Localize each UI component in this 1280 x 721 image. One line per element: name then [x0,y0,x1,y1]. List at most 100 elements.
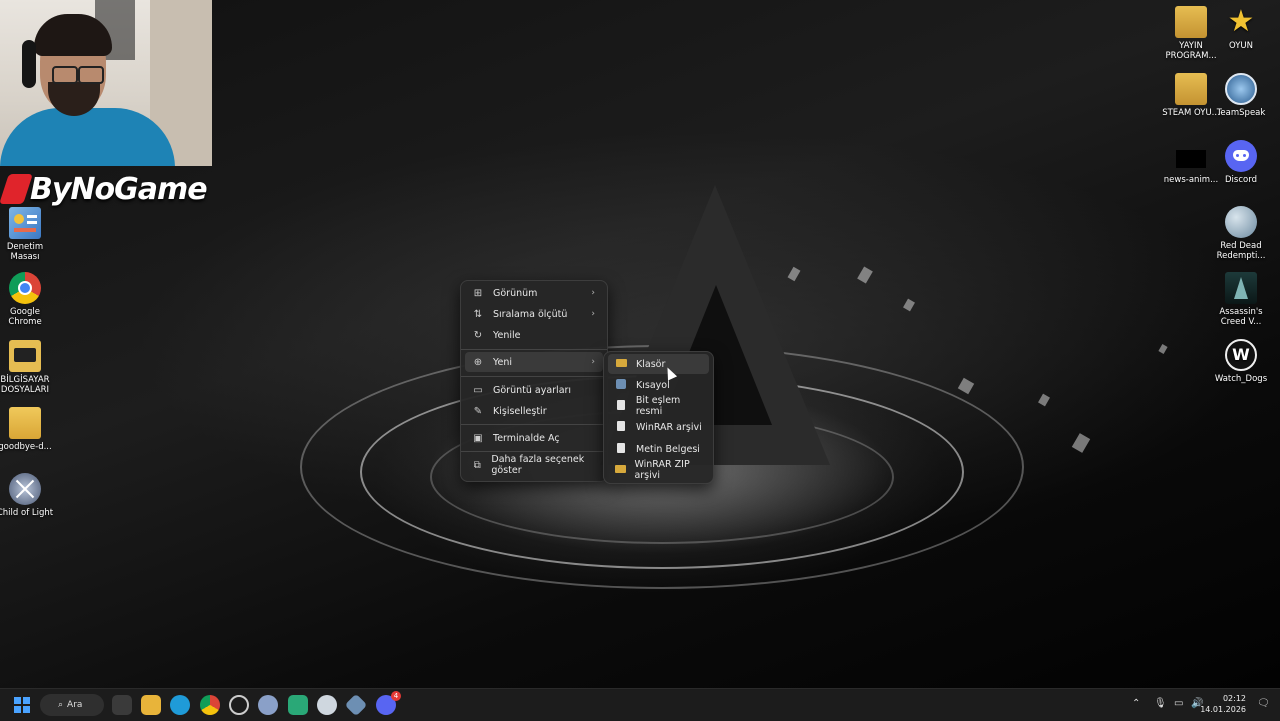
desktop-icon-label: Discord [1225,175,1257,185]
wallpaper-shard [1158,344,1168,354]
folder-icon [1175,6,1207,38]
notifications-icon[interactable]: 🗨 [1257,698,1270,709]
new-submenu: Klasör Kısayol Bit eşlem resmi WinRAR ar… [603,351,714,484]
taskbar-search[interactable]: ⌕ Ara [40,694,104,716]
folder-icon [615,358,627,367]
teamspeak-icon [1225,73,1257,105]
network-icon[interactable]: ▭ [1174,698,1183,709]
desktop-icon-goodbye-folder[interactable]: goodbye-d... [0,407,56,452]
app-icon[interactable] [288,695,308,715]
menu-item-label: Kısayol [636,379,670,391]
clock[interactable]: 02:12 14.01.2026 [1200,693,1246,715]
task-view-icon[interactable] [112,695,132,715]
windows-logo-icon [14,697,30,713]
menu-item-personalize[interactable]: ✎ Kişiselleştir [465,401,603,421]
desktop-icon-label: Denetim Masası [6,242,44,262]
file-icon [617,442,625,453]
steam-icon[interactable] [317,695,337,715]
menu-item-sort[interactable]: ⇅ Sıralama ölçütü › [465,304,603,324]
submenu-item-text-document[interactable]: Metin Belgesi [608,439,709,459]
menu-item-label: WinRAR arşivi [636,421,702,433]
desktop-icon-assassins-creed[interactable]: Assassin's Creed V... [1210,272,1272,327]
desktop-icon-watch-dogs[interactable]: W Watch_Dogs [1210,339,1272,384]
menu-separator [461,451,607,452]
menu-item-label: Yenile [493,329,521,341]
search-label: Ara [67,700,83,710]
menu-separator [461,424,607,425]
wallpaper-shard [1038,393,1050,407]
desktop-icon-computer-files[interactable]: BİLGİSAYAR DOSYALARI [0,340,56,395]
menu-item-open-terminal[interactable]: ▣ Terminalde Aç [465,428,603,448]
chevron-right-icon: › [591,309,595,319]
clock-date: 14.01.2026 [1200,705,1246,714]
webcam-overlay [0,0,212,166]
game-icon [1225,272,1257,304]
menu-item-label: Görüntü ayarları [493,384,572,396]
submenu-item-winrar-zip[interactable]: WinRAR ZIP arşivi [608,459,709,481]
wallpaper-shard [957,377,975,395]
start-button[interactable] [12,695,32,715]
file-explorer-icon[interactable] [141,695,161,715]
search-icon: ⌕ [58,700,64,710]
wallpaper-shard [857,266,873,284]
star-icon: ★ [1227,4,1255,39]
desktop-icon-control-panel[interactable]: Denetim Masası [0,207,56,262]
desktop-icon-chrome[interactable]: Google Chrome [0,272,56,327]
submenu-item-folder[interactable]: Klasör [608,354,709,374]
menu-item-label: Yeni [493,356,513,368]
desktop-icon-red-dead[interactable]: Red Dead Redempti... [1210,206,1272,261]
chevron-up-icon[interactable]: ⌃ [1132,698,1140,709]
desktop-wallpaper[interactable]: ByNoGame Denetim Masası Google Chrome Bİ… [0,0,1280,688]
menu-item-view[interactable]: ⊞ Görünüm › [465,283,603,303]
folder-icon [9,407,41,439]
refresh-icon: ↻ [473,329,483,341]
menu-item-new[interactable]: ⊕ Yeni › [465,352,603,372]
folder-icon [9,340,41,372]
chrome-icon [9,272,41,304]
submenu-item-shortcut[interactable]: Kısayol [608,375,709,395]
shortcut-icon [616,378,626,389]
brush-icon: ✎ [473,405,483,417]
desktop-icon-label: goodbye-d... [0,442,52,452]
sort-icon: ⇅ [473,308,483,320]
wallpaper-shard [1071,433,1091,453]
discord-icon[interactable]: 4 [376,691,401,715]
menu-item-display-settings[interactable]: ▭ Görüntü ayarları [465,380,603,400]
control-panel-icon [9,207,41,239]
menu-item-label: Daha fazla seçenek göster [491,454,585,476]
edge-icon[interactable] [170,695,190,715]
grid-icon: ⊞ [473,287,483,299]
desktop-icon-child-of-light[interactable]: Child of Light [0,473,56,518]
brand-text: ByNoGame [30,171,208,207]
discord-icon [1225,140,1257,172]
menu-item-label: Terminalde Aç [493,432,560,444]
app-icon[interactable] [344,693,368,717]
game-icon: W [1225,339,1257,371]
menu-item-more-options[interactable]: ⧉ Daha fazla seçenek göster [465,454,603,476]
folder-icon [1175,73,1207,105]
brand-logo: ByNoGame [0,171,208,207]
menu-separator [461,349,607,350]
desktop-icon-label: Assassin's Creed V... [1219,307,1263,327]
file-icon [616,399,625,410]
desktop-icon-label: BİLGİSAYAR DOSYALARI [0,375,50,395]
submenu-item-winrar[interactable]: WinRAR arşivi [608,417,709,437]
desktop-context-menu: ⊞ Görünüm › ⇅ Sıralama ölçütü › ↻ Yenile… [460,280,608,482]
file-icon [617,420,625,431]
desktop-icon-label: Red Dead Redempti... [1216,241,1266,261]
desktop-icon-teamspeak[interactable]: TeamSpeak [1210,73,1272,118]
folder-icon [614,464,626,473]
desktop-icon-discord[interactable]: Discord [1210,140,1272,185]
app-icon[interactable] [229,695,249,715]
game-icon [9,473,41,505]
menu-item-refresh[interactable]: ↻ Yenile [465,325,603,345]
submenu-item-bitmap[interactable]: Bit eşlem resmi [608,395,709,417]
terminal-icon: ▣ [473,432,483,444]
chrome-icon[interactable] [200,695,220,715]
wallpaper-shard [903,298,915,312]
menu-item-label: Sıralama ölçütü [493,308,568,320]
menu-item-label: WinRAR ZIP arşivi [634,459,690,481]
desktop-icon-games[interactable]: ★ OYUN [1210,4,1272,52]
microphone-icon[interactable]: 🎙 [1154,698,1167,709]
teamspeak-icon[interactable] [258,695,278,715]
